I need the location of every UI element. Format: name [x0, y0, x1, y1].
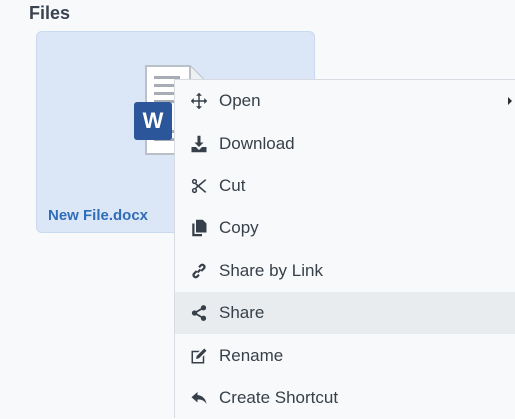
menu-label: Download — [219, 133, 295, 153]
menu-label: Copy — [219, 218, 259, 238]
menu-label: Rename — [219, 345, 284, 365]
menu-label: Create Shortcut — [219, 387, 339, 407]
file-name[interactable]: New File.docx — [48, 207, 148, 224]
menu-label: Share — [219, 303, 265, 323]
move-arrows-icon — [190, 92, 208, 110]
link-icon — [190, 262, 208, 280]
share-icon — [190, 304, 208, 322]
menu-item-copy[interactable]: Copy — [175, 207, 515, 249]
reply-arrow-icon — [190, 389, 208, 407]
download-icon — [190, 135, 208, 153]
submenu-caret-icon — [508, 97, 512, 106]
menu-item-download[interactable]: Download — [175, 122, 515, 164]
scissors-icon — [190, 177, 208, 195]
menu-item-rename[interactable]: Rename — [175, 334, 515, 376]
section-title: Files — [29, 3, 71, 23]
menu-label: Share by Link — [219, 260, 323, 280]
menu-item-share[interactable]: Share — [175, 291, 515, 335]
rename-icon — [190, 347, 208, 365]
menu-label: Cut — [219, 175, 246, 195]
menu-item-create-shortcut[interactable]: Create Shortcut — [175, 377, 515, 419]
copy-icon — [190, 219, 208, 237]
svg-text:W: W — [143, 108, 164, 133]
menu-item-cut[interactable]: Cut — [175, 165, 515, 207]
menu-label: Open — [219, 91, 261, 111]
menu-item-share-by-link[interactable]: Share by Link — [175, 250, 515, 292]
context-menu: Open Download Cut Copy Share by Link Sha… — [174, 79, 515, 418]
menu-item-open[interactable]: Open — [175, 80, 515, 122]
